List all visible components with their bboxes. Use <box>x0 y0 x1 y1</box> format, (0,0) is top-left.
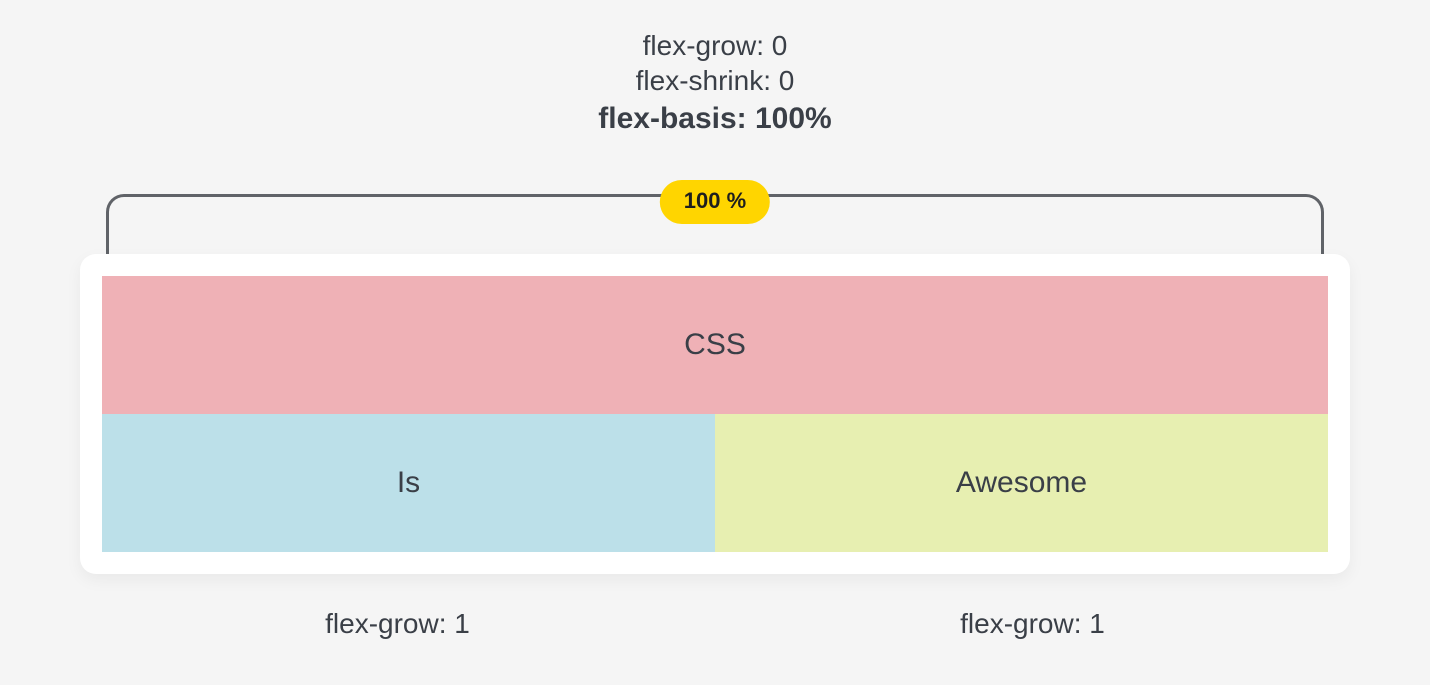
flex-item-is-label: Is <box>397 466 420 500</box>
width-badge: 100 % <box>660 180 770 224</box>
flex-item-css: CSS <box>102 276 1328 414</box>
width-badge-label: 100 % <box>684 188 746 213</box>
flex-container: CSS Is Awesome <box>102 276 1328 552</box>
flex-item-is: Is <box>102 414 715 552</box>
bottom-right-label: flex-grow: 1 <box>715 608 1350 640</box>
bottom-flex-properties: flex-grow: 1 flex-grow: 1 <box>80 608 1350 640</box>
flex-basis-label: flex-basis: 100% <box>80 100 1350 138</box>
flex-item-awesome-label: Awesome <box>956 466 1087 500</box>
flex-grow-label: flex-grow: 0 <box>80 28 1350 63</box>
flex-container-card: CSS Is Awesome <box>80 254 1350 574</box>
flex-item-css-label: CSS <box>684 328 746 362</box>
flex-item-awesome: Awesome <box>715 414 1328 552</box>
bottom-left-label: flex-grow: 1 <box>80 608 715 640</box>
top-flex-properties: flex-grow: 0 flex-shrink: 0 flex-basis: … <box>80 28 1350 138</box>
flex-shrink-label: flex-shrink: 0 <box>80 63 1350 98</box>
diagram-stage: flex-grow: 0 flex-shrink: 0 flex-basis: … <box>80 0 1350 685</box>
